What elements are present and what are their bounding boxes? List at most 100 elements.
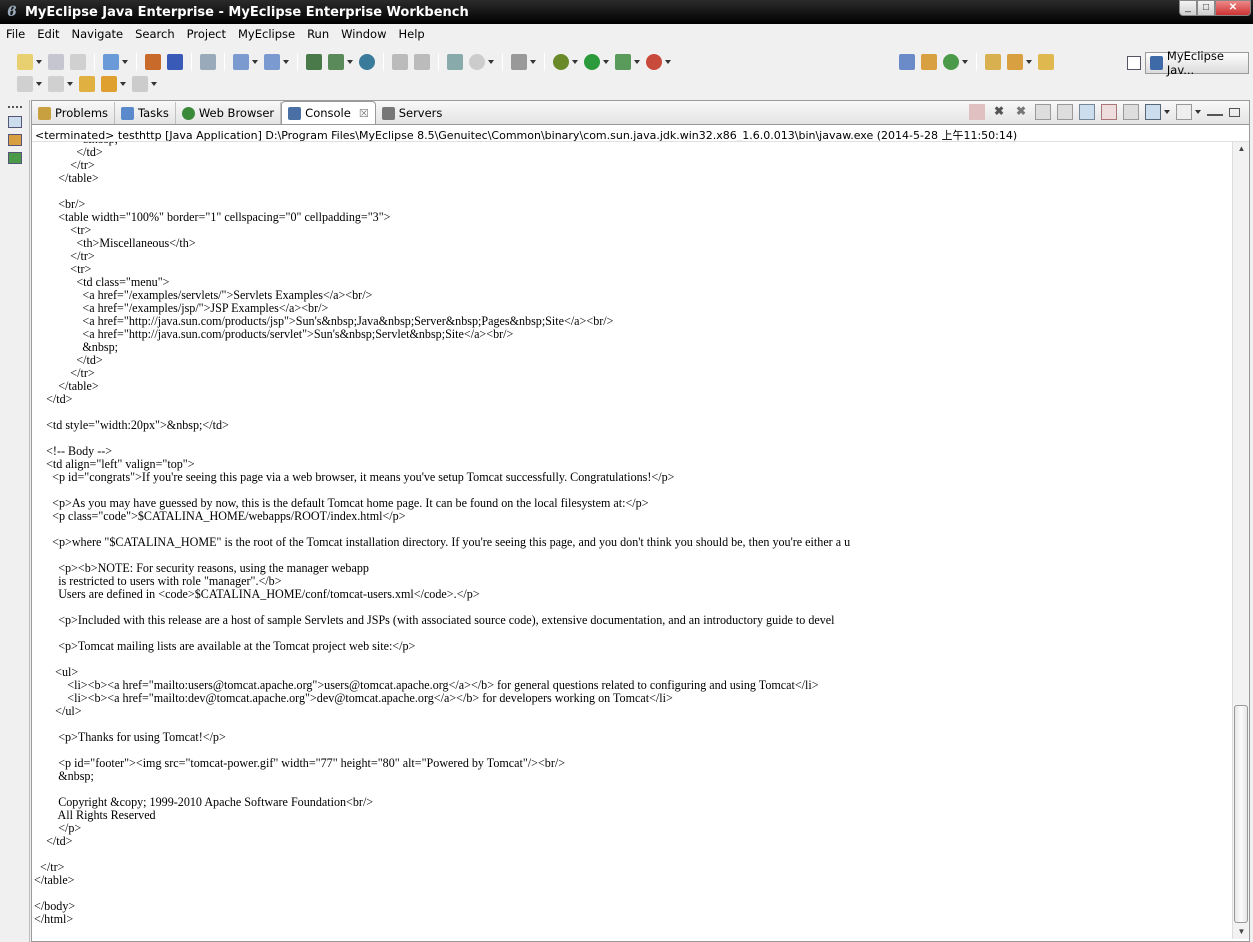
search-icon[interactable] bbox=[264, 54, 280, 70]
new-package-icon[interactable] bbox=[921, 54, 937, 70]
display-console-icon[interactable] bbox=[1145, 104, 1161, 120]
remove-launch-icon[interactable]: ✖ bbox=[991, 104, 1007, 120]
new-enterprise-project-icon[interactable] bbox=[167, 54, 183, 70]
scroll-down-icon[interactable]: ▼ bbox=[1233, 925, 1250, 939]
problems-icon bbox=[38, 106, 51, 120]
pencil-icon[interactable] bbox=[1007, 54, 1023, 70]
save-icon[interactable] bbox=[48, 54, 64, 70]
tab-label: Servers bbox=[398, 106, 443, 120]
menu-run[interactable]: Run bbox=[301, 27, 335, 41]
debug-icon[interactable] bbox=[553, 54, 569, 70]
vertical-scrollbar[interactable]: ▲ ▼ bbox=[1232, 142, 1249, 939]
previous-annotation-icon[interactable] bbox=[48, 76, 64, 92]
tab-label: Web Browser bbox=[198, 106, 275, 120]
tab-web-browser[interactable]: Web Browser bbox=[176, 102, 282, 124]
back-icon[interactable] bbox=[101, 76, 117, 92]
show-on-stderr-icon[interactable] bbox=[1101, 104, 1117, 120]
new-java-project-icon[interactable] bbox=[899, 54, 915, 70]
menu-help[interactable]: Help bbox=[392, 27, 430, 41]
tab-problems[interactable]: Problems bbox=[32, 102, 116, 124]
last-edit-location-icon[interactable] bbox=[79, 76, 95, 92]
clear-console-icon[interactable] bbox=[1035, 104, 1051, 120]
drag-handle-icon[interactable] bbox=[8, 106, 22, 110]
hierarchy-icon[interactable] bbox=[8, 152, 22, 164]
menu-edit[interactable]: Edit bbox=[31, 27, 65, 41]
chevron-down-icon[interactable] bbox=[122, 60, 128, 64]
chevron-down-icon[interactable] bbox=[1164, 110, 1170, 114]
chevron-down-icon[interactable] bbox=[36, 60, 42, 64]
forward-icon[interactable] bbox=[132, 76, 148, 92]
minimize-button[interactable]: _ bbox=[1179, 0, 1197, 16]
pin-console-icon[interactable] bbox=[1123, 104, 1139, 120]
tab-console[interactable]: Console ☒ bbox=[281, 101, 376, 124]
chevron-down-icon[interactable] bbox=[962, 60, 968, 64]
open-folder-icon[interactable] bbox=[985, 54, 1001, 70]
menu-search[interactable]: Search bbox=[129, 27, 181, 41]
chevron-down-icon[interactable] bbox=[120, 82, 126, 86]
menu-file[interactable]: File bbox=[0, 27, 31, 41]
deploy-icon[interactable] bbox=[306, 54, 322, 70]
console-output[interactable]: &nbsp; </td> </tr> </table> <br/> <table… bbox=[34, 142, 1230, 939]
camera-icon[interactable] bbox=[511, 54, 527, 70]
minimize-view-icon[interactable] bbox=[1207, 108, 1223, 116]
console-process-label: <terminated> testhttp [Java Application]… bbox=[32, 125, 1249, 142]
menu-window[interactable]: Window bbox=[335, 27, 392, 41]
new-web-project-icon[interactable] bbox=[103, 54, 119, 70]
chevron-down-icon[interactable] bbox=[530, 60, 536, 64]
tab-servers[interactable]: Servers bbox=[376, 102, 449, 124]
chevron-down-icon[interactable] bbox=[283, 60, 289, 64]
report-run-icon[interactable] bbox=[414, 54, 430, 70]
print-icon[interactable] bbox=[70, 54, 86, 70]
coverage-icon[interactable] bbox=[615, 54, 631, 70]
terminate-icon[interactable] bbox=[969, 104, 985, 120]
open-console-icon[interactable] bbox=[1176, 104, 1192, 120]
close-icon[interactable]: ☒ bbox=[359, 107, 369, 120]
chevron-down-icon[interactable] bbox=[1195, 110, 1201, 114]
chevron-down-icon[interactable] bbox=[603, 60, 609, 64]
chevron-down-icon[interactable] bbox=[36, 82, 42, 86]
left-trim-bar bbox=[0, 100, 30, 942]
db-icon[interactable] bbox=[469, 54, 485, 70]
chevron-down-icon[interactable] bbox=[347, 60, 353, 64]
package-explorer-icon[interactable] bbox=[8, 134, 22, 146]
uml-icon[interactable] bbox=[447, 54, 463, 70]
next-annotation-icon[interactable] bbox=[17, 76, 33, 92]
edit-icon[interactable] bbox=[233, 54, 249, 70]
report-icon[interactable] bbox=[392, 54, 408, 70]
open-file-icon[interactable] bbox=[1038, 54, 1054, 70]
remove-all-terminated-icon[interactable]: ✖ bbox=[1013, 104, 1029, 120]
scroll-up-icon[interactable]: ▲ bbox=[1233, 142, 1250, 156]
new-ejb-icon[interactable] bbox=[145, 54, 161, 70]
scroll-lock-icon[interactable] bbox=[1057, 104, 1073, 120]
close-button[interactable]: ✕ bbox=[1215, 0, 1251, 16]
scroll-thumb[interactable] bbox=[1234, 705, 1248, 923]
run-server-icon[interactable] bbox=[328, 54, 344, 70]
globe-icon bbox=[181, 106, 195, 120]
chevron-down-icon[interactable] bbox=[67, 82, 73, 86]
maximize-button[interactable]: □ bbox=[1197, 0, 1215, 16]
show-on-stdout-icon[interactable] bbox=[1079, 104, 1095, 120]
chevron-down-icon[interactable] bbox=[488, 60, 494, 64]
tab-label: Problems bbox=[55, 106, 109, 120]
open-perspective-icon[interactable] bbox=[1127, 56, 1141, 70]
tab-tasks[interactable]: Tasks bbox=[115, 102, 176, 124]
maximize-view-icon[interactable] bbox=[1229, 107, 1240, 117]
restore-icon[interactable] bbox=[8, 116, 22, 128]
open-type-icon[interactable] bbox=[200, 54, 216, 70]
perspective-switcher[interactable]: MyEclipse Jav... bbox=[1145, 49, 1249, 77]
perspective-label: MyEclipse Jav... bbox=[1166, 49, 1224, 77]
chevron-down-icon[interactable] bbox=[665, 60, 671, 64]
new-class-icon[interactable] bbox=[943, 54, 959, 70]
menu-navigate[interactable]: Navigate bbox=[66, 27, 130, 41]
chevron-down-icon[interactable] bbox=[252, 60, 258, 64]
menu-project[interactable]: Project bbox=[181, 27, 232, 41]
chevron-down-icon[interactable] bbox=[572, 60, 578, 64]
globe-icon[interactable] bbox=[359, 54, 375, 70]
chevron-down-icon[interactable] bbox=[1026, 60, 1032, 64]
external-tools-icon[interactable] bbox=[646, 54, 662, 70]
chevron-down-icon[interactable] bbox=[151, 82, 157, 86]
run-icon[interactable] bbox=[584, 54, 600, 70]
new-icon[interactable] bbox=[17, 54, 33, 70]
chevron-down-icon[interactable] bbox=[634, 60, 640, 64]
menu-myeclipse[interactable]: MyEclipse bbox=[232, 27, 301, 41]
